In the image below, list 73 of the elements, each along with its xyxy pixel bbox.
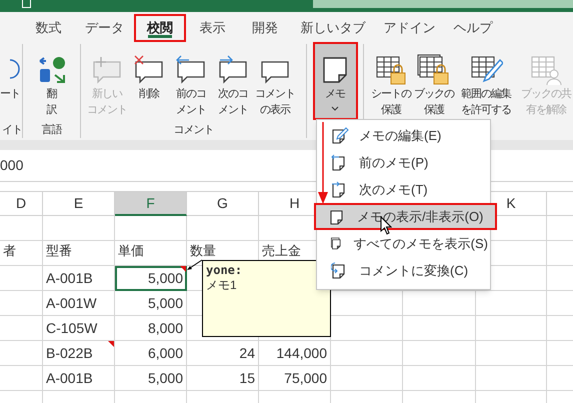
menu-item[interactable]: メモの表示/非表示(O) (314, 203, 497, 230)
table-cell: 5,000 (115, 266, 187, 291)
table-cell: 5,000 (115, 366, 187, 391)
table-cell (0, 216, 43, 241)
ribbon-tab[interactable]: 校閲 (134, 14, 186, 42)
ribbon-button[interactable]: コメント の表示 (254, 44, 296, 122)
comment-indicator-icon (108, 341, 114, 347)
table-cell: A-001B (43, 366, 115, 391)
ribbon-button[interactable]: ート (0, 44, 22, 122)
note-pencil-icon (331, 126, 349, 144)
grid-person-icon (529, 54, 563, 86)
note-icon (321, 55, 349, 85)
ribbon-tab[interactable]: ヘルプ (444, 14, 502, 42)
table-cell (0, 341, 43, 366)
table-cell: A-001W (43, 291, 115, 316)
table-cell: 単価 (115, 241, 187, 266)
ribbon-tab[interactable]: アドイン (375, 14, 444, 42)
table-cell (476, 341, 547, 366)
ribbon-button[interactable]: 次のコ メント (212, 44, 254, 122)
table-cell (0, 291, 43, 316)
table-cell: A-001B (43, 266, 115, 291)
menu-item[interactable]: 前のメモ(P) (317, 149, 490, 176)
table-cell (476, 291, 547, 316)
table-cell (476, 316, 547, 341)
column-header[interactable]: F (115, 192, 187, 216)
table-cell: 15 (187, 366, 259, 391)
ribbon-tab[interactable]: データ (75, 14, 134, 42)
caret-icon (331, 106, 339, 112)
comment-delete-icon (133, 55, 165, 85)
column-header[interactable]: D (0, 192, 43, 216)
locked-grid-icon (374, 54, 408, 86)
column-header[interactable]: E (43, 192, 115, 216)
table-cell: 型番 (43, 241, 115, 266)
table-cell: 24 (187, 341, 259, 366)
ribbon-tab[interactable]: 表示 (186, 14, 239, 42)
ribbon-button[interactable]: 前のコ メント (170, 44, 212, 122)
group-label: コメント (174, 123, 214, 138)
table-cell: B-022B (43, 341, 115, 366)
note-author: yone: (206, 263, 244, 278)
ribbon-button[interactable]: 削除 (128, 44, 170, 122)
locked-grid-icon (417, 54, 451, 86)
table-cell (476, 366, 547, 391)
table-cell: C-105W (43, 316, 115, 341)
table-cell (0, 366, 43, 391)
ribbon-tab[interactable]: 開発 (239, 14, 291, 42)
table-cell: 5,000 (115, 291, 187, 316)
table-cell (0, 316, 43, 341)
translate-icon (36, 55, 66, 85)
comment-add-icon (91, 55, 123, 85)
table-cell: 8,000 (115, 316, 187, 341)
table-cell: 144,000 (259, 341, 331, 366)
table-cell: 75,000 (259, 366, 331, 391)
note-text: メモ1 (206, 278, 238, 293)
table-cell: 6,000 (115, 341, 187, 366)
comment-forward-icon (217, 55, 249, 85)
note-dropdown-button[interactable]: メモ (312, 42, 358, 120)
table-cell (43, 216, 115, 241)
table-cell: 者 (0, 241, 43, 266)
ribbon-button[interactable]: 翻 訳 (24, 44, 80, 122)
table-cell (331, 366, 403, 391)
comment-back-icon (175, 55, 207, 85)
menu-item[interactable]: メモの編集(E) (317, 122, 490, 149)
ribbon-tab[interactable]: 数式 (22, 14, 75, 42)
column-header[interactable]: G (187, 192, 259, 216)
group-label: 言語 (42, 122, 62, 138)
window-icon (22, 0, 31, 8)
group-label: イト (2, 123, 22, 138)
table-cell (331, 341, 403, 366)
table-cell (0, 266, 43, 291)
active-tab-underline (148, 35, 172, 38)
ribbon-tab[interactable]: 新しいタブ (291, 14, 375, 42)
search-field[interactable] (313, 0, 573, 8)
table-cell (115, 216, 187, 241)
